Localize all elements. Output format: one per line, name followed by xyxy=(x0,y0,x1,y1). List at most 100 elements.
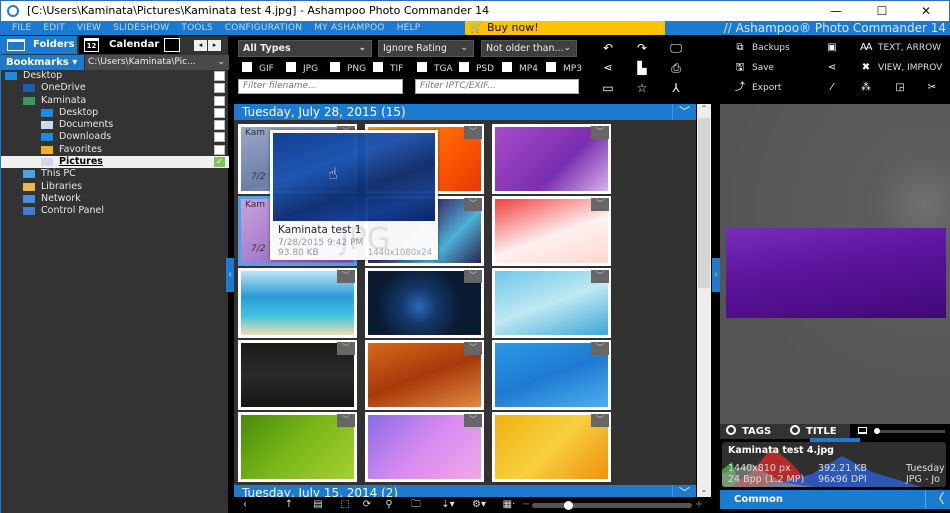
thumbnail[interactable]: ﹀ xyxy=(492,340,611,410)
tree-checkbox[interactable] xyxy=(214,144,225,155)
compare-icon[interactable]: ⅄ xyxy=(666,79,686,97)
checkbox-box[interactable] xyxy=(330,62,340,72)
thumbnail-menu-icon[interactable]: ﹀ xyxy=(464,342,482,355)
tree-item-network[interactable]: Network xyxy=(1,193,229,205)
thumbnail[interactable]: ﹀ xyxy=(238,412,357,482)
zoom-in-icon[interactable]: + xyxy=(694,497,704,513)
menu-my-ashampoo[interactable]: MY ASHAMPOO xyxy=(314,21,384,35)
up-arrow-icon[interactable]: ↑ xyxy=(282,497,296,513)
view-improve-button[interactable]: ✖ VIEW, IMPROV xyxy=(860,61,943,75)
scrollbar-thumb[interactable] xyxy=(698,118,710,288)
filetype-checkbox-tga[interactable]: TGA xyxy=(417,62,453,74)
slideshow-monitor-icon[interactable]: 🖵 xyxy=(666,39,686,57)
sort-icon[interactable]: ⇣▾ xyxy=(436,497,460,513)
thumbnail[interactable]: ﹀ xyxy=(365,268,484,338)
menu-slideshow[interactable]: SLIDESHOW xyxy=(113,21,169,35)
save-button[interactable]: 🖫 Save xyxy=(734,61,774,75)
age-filter-dropdown[interactable]: Not older than... ⌄ xyxy=(481,40,577,57)
thumbnail-menu-icon[interactable]: ﹀ xyxy=(464,270,482,283)
menu-view[interactable]: VIEW xyxy=(77,21,101,35)
tree-item-libraries[interactable]: Libraries xyxy=(1,181,229,193)
zoom-out-icon[interactable]: − xyxy=(521,497,531,513)
checkbox-box[interactable] xyxy=(502,62,512,72)
thumbnail-size-icon[interactable]: ▦· xyxy=(497,497,521,513)
monitor-icon[interactable] xyxy=(858,427,867,434)
thumbnail[interactable]: ﹀ xyxy=(238,340,357,410)
resize-icon[interactable]: ◲ xyxy=(894,81,912,95)
checkbox-box[interactable] xyxy=(242,62,252,72)
thumbnail-menu-icon[interactable]: ﹀ xyxy=(464,198,482,211)
path-dropdown[interactable]: C:\Users\Kaminata\Pic... ⌄ xyxy=(85,55,229,70)
back-icon[interactable]: ‹ xyxy=(238,497,252,513)
tree-item-downloads[interactable]: Downloads xyxy=(1,131,229,143)
group-header-2015[interactable]: Tuesday, July 28, 2015 (15) ﹀ xyxy=(234,104,696,120)
tree-checkbox[interactable] xyxy=(214,132,225,143)
tree-item-desktop[interactable]: Desktop xyxy=(1,107,229,119)
thumbnail[interactable]: ﹀ xyxy=(492,196,611,266)
collapse-right-panel-button[interactable]: › xyxy=(712,258,720,292)
rotate-left-icon[interactable]: ↶ xyxy=(598,39,618,57)
tree-item-desktop[interactable]: Desktop xyxy=(1,70,229,82)
menu-tools[interactable]: TOOLS xyxy=(181,21,212,35)
thumbnail[interactable]: ﹀ xyxy=(365,340,484,410)
slider-knob[interactable] xyxy=(564,501,573,510)
title-toggle[interactable]: TITLE xyxy=(790,424,837,439)
checkbox-box[interactable] xyxy=(286,62,296,72)
gallery-scrollbar[interactable]: ⌃ ⌄ xyxy=(697,104,711,497)
thumbnail-menu-icon[interactable]: ﹀ xyxy=(464,414,482,427)
preview-slider-knob[interactable] xyxy=(874,428,880,434)
tree-checkbox[interactable] xyxy=(214,71,225,81)
color-balls-icon[interactable]: ⁂ xyxy=(860,81,878,95)
wallpaper-icon[interactable]: ▣ xyxy=(826,41,844,55)
filetype-checkbox-png[interactable]: PNG xyxy=(330,62,366,74)
checkbox-box[interactable] xyxy=(459,62,469,72)
chevron-down-icon[interactable]: ﹀ xyxy=(672,104,696,120)
print-icon[interactable]: ⎙ xyxy=(666,59,686,77)
share-icon[interactable]: ⋖ xyxy=(826,61,844,75)
thumbnail[interactable]: ﹀ xyxy=(492,268,611,338)
filetype-checkbox-mp3[interactable]: MP3 xyxy=(546,62,582,74)
scroll-up-icon[interactable]: ⌃ xyxy=(697,104,711,116)
minimize-button[interactable]: — xyxy=(813,1,859,22)
filetype-checkbox-gif[interactable]: GIF xyxy=(242,62,274,74)
scroll-down-icon[interactable]: ⌄ xyxy=(697,485,711,497)
settings-gear-icon[interactable]: ⚙▾ xyxy=(467,497,491,513)
thumbnail[interactable]: ﹀ xyxy=(238,268,357,338)
new-file-icon[interactable]: ▙ xyxy=(632,59,652,77)
thumbnail-menu-icon[interactable]: ﹀ xyxy=(337,270,355,283)
buy-now-button[interactable]: 🛒 Buy now! xyxy=(465,21,665,35)
thumbnail-menu-icon[interactable]: ﹀ xyxy=(591,414,609,427)
thumbnail-menu-icon[interactable]: ﹀ xyxy=(464,126,482,139)
filetype-checkbox-jpg[interactable]: JPG xyxy=(286,62,318,74)
tags-toggle[interactable]: TAGS xyxy=(726,424,771,439)
menu-edit[interactable]: EDIT xyxy=(43,21,65,35)
maximize-button[interactable]: ☐ xyxy=(859,1,905,22)
view-mode-icon[interactable]: ▤ xyxy=(310,497,326,513)
thumbnail[interactable]: ﹀ xyxy=(492,124,611,194)
tree-item-kaminata[interactable]: Kaminata xyxy=(1,95,229,107)
thumbnail-menu-icon[interactable]: ﹀ xyxy=(591,270,609,283)
tree-item-this-pc[interactable]: This PC xyxy=(1,168,229,180)
close-button[interactable]: ✕ xyxy=(903,1,949,22)
tree-item-pictures[interactable]: Pictures ✓ xyxy=(1,156,229,169)
search-icon[interactable]: ⚲ xyxy=(381,497,397,513)
tree-item-favorites[interactable]: Favorites xyxy=(1,144,229,156)
filetype-checkbox-psd[interactable]: PSD xyxy=(459,62,494,74)
filetype-checkbox-tif[interactable]: TIF xyxy=(373,62,403,74)
new-folder-icon[interactable]: 🗀 xyxy=(408,497,424,513)
tree-checkbox[interactable] xyxy=(214,120,225,131)
filetype-checkbox-mp4[interactable]: MP4 xyxy=(502,62,538,74)
share-icon[interactable]: ⋖ xyxy=(598,59,618,77)
collapse-left-panel-button[interactable]: ‹ xyxy=(226,258,234,292)
menu-configuration[interactable]: CONFIGURATION xyxy=(225,21,302,35)
scanner-icon[interactable]: ▭ xyxy=(598,79,618,97)
checkbox-box[interactable] xyxy=(417,62,427,72)
group-header-2014[interactable]: Tuesday, July 15, 2014 (2) ﹀ xyxy=(234,485,696,497)
scissors-icon[interactable]: ✂ xyxy=(926,81,944,95)
checkbox-box[interactable] xyxy=(546,62,556,72)
magic-wand-icon[interactable]: ⁄ xyxy=(826,81,844,95)
type-filter-dropdown[interactable]: All Types ⌄ xyxy=(238,40,372,57)
thumbnail-zoom-slider[interactable] xyxy=(532,501,692,510)
thumbnail-menu-icon[interactable]: ﹀ xyxy=(591,126,609,139)
tree-checkbox[interactable] xyxy=(214,107,225,118)
